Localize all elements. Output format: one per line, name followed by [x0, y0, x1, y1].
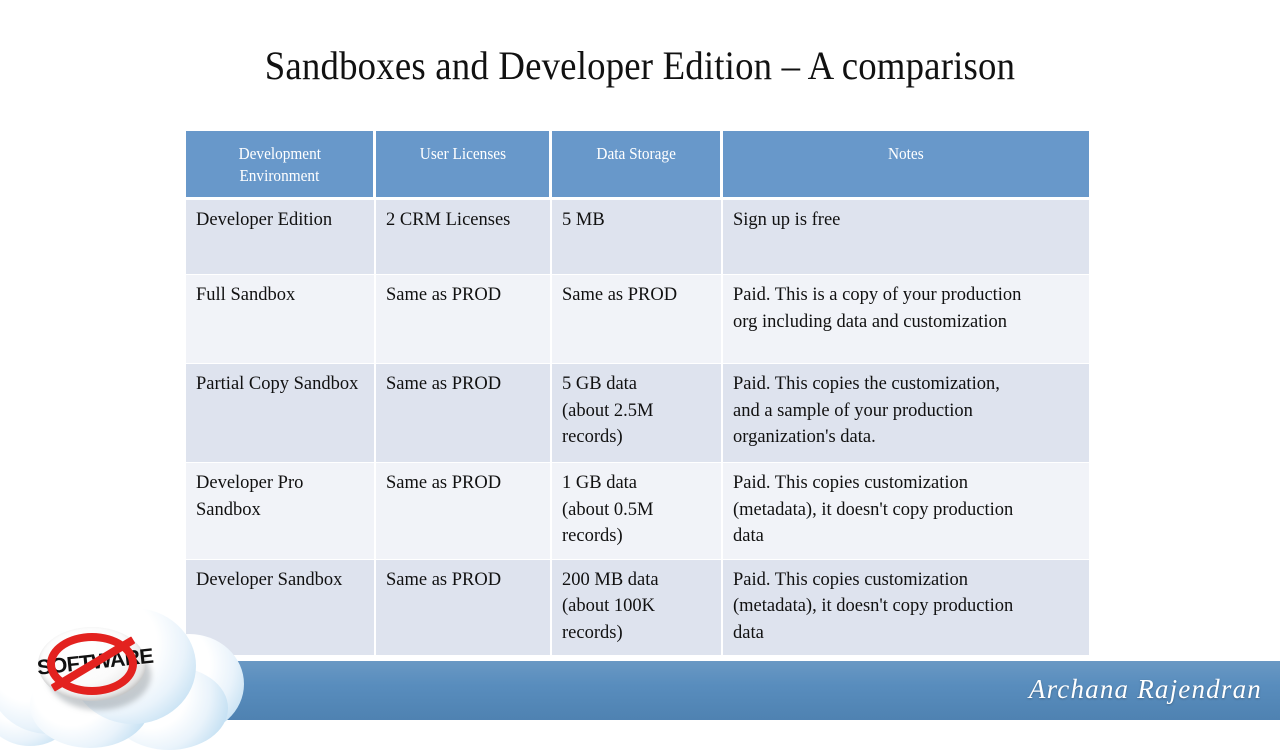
- table-row: Developer Edition 2 CRM Licenses 5 MB Si…: [186, 200, 1089, 275]
- no-software-cloud-logo: SOFTWARE: [0, 600, 252, 750]
- column-header-data-storage: Data Storage: [552, 131, 723, 200]
- cell-notes: Paid. This copies customization (metadat…: [723, 559, 1089, 656]
- column-header-line1: Development: [238, 144, 321, 163]
- page-title: Sandboxes and Developer Edition – A comp…: [264, 43, 1016, 88]
- no-software-badge-icon: SOFTWARE: [36, 627, 154, 710]
- cell-notes: Paid. This copies the customization, and…: [723, 364, 1089, 463]
- column-header-notes: Notes: [723, 131, 1089, 200]
- cell-data-storage: Same as PROD: [552, 275, 723, 364]
- cell-data-storage: 1 GB data (about 0.5M records): [552, 463, 723, 560]
- table-row: Partial Copy Sandbox Same as PROD 5 GB d…: [186, 364, 1089, 463]
- column-header-line1: Notes: [888, 144, 924, 163]
- cell-environment: Partial Copy Sandbox: [186, 364, 376, 463]
- cell-user-licenses: Same as PROD: [376, 463, 552, 560]
- table-header-row: Development Environment User Licenses Da…: [186, 131, 1089, 200]
- author-signature: Archana Rajendran: [1028, 674, 1262, 704]
- column-header-development-environment: Development Environment: [186, 131, 376, 200]
- cell-data-storage: 5 GB data (about 2.5M records): [552, 364, 723, 463]
- cell-environment: Full Sandbox: [186, 275, 376, 364]
- column-header-user-licenses: User Licenses: [376, 131, 552, 200]
- comparison-table: Development Environment User Licenses Da…: [186, 131, 1089, 656]
- column-header-line2: Environment: [239, 166, 320, 185]
- cell-environment: Developer Edition: [186, 200, 376, 275]
- cell-user-licenses: Same as PROD: [376, 559, 552, 656]
- cell-data-storage: 200 MB data (about 100K records): [552, 559, 723, 656]
- cell-user-licenses: Same as PROD: [376, 275, 552, 364]
- cell-environment: Developer Pro Sandbox: [186, 463, 376, 560]
- table-row: Full Sandbox Same as PROD Same as PROD P…: [186, 275, 1089, 364]
- table-row: Developer Pro Sandbox Same as PROD 1 GB …: [186, 463, 1089, 560]
- table-row: Developer Sandbox Same as PROD 200 MB da…: [186, 559, 1089, 656]
- cell-user-licenses: 2 CRM Licenses: [376, 200, 552, 275]
- cell-data-storage: 5 MB: [552, 200, 723, 275]
- cell-notes: Paid. This copies customization (metadat…: [723, 463, 1089, 560]
- cell-notes: Sign up is free: [723, 200, 1089, 275]
- cell-notes: Paid. This is a copy of your production …: [723, 275, 1089, 364]
- column-header-line1: Data Storage: [596, 144, 676, 163]
- cell-user-licenses: Same as PROD: [376, 364, 552, 463]
- column-header-line1: User Licenses: [419, 144, 506, 163]
